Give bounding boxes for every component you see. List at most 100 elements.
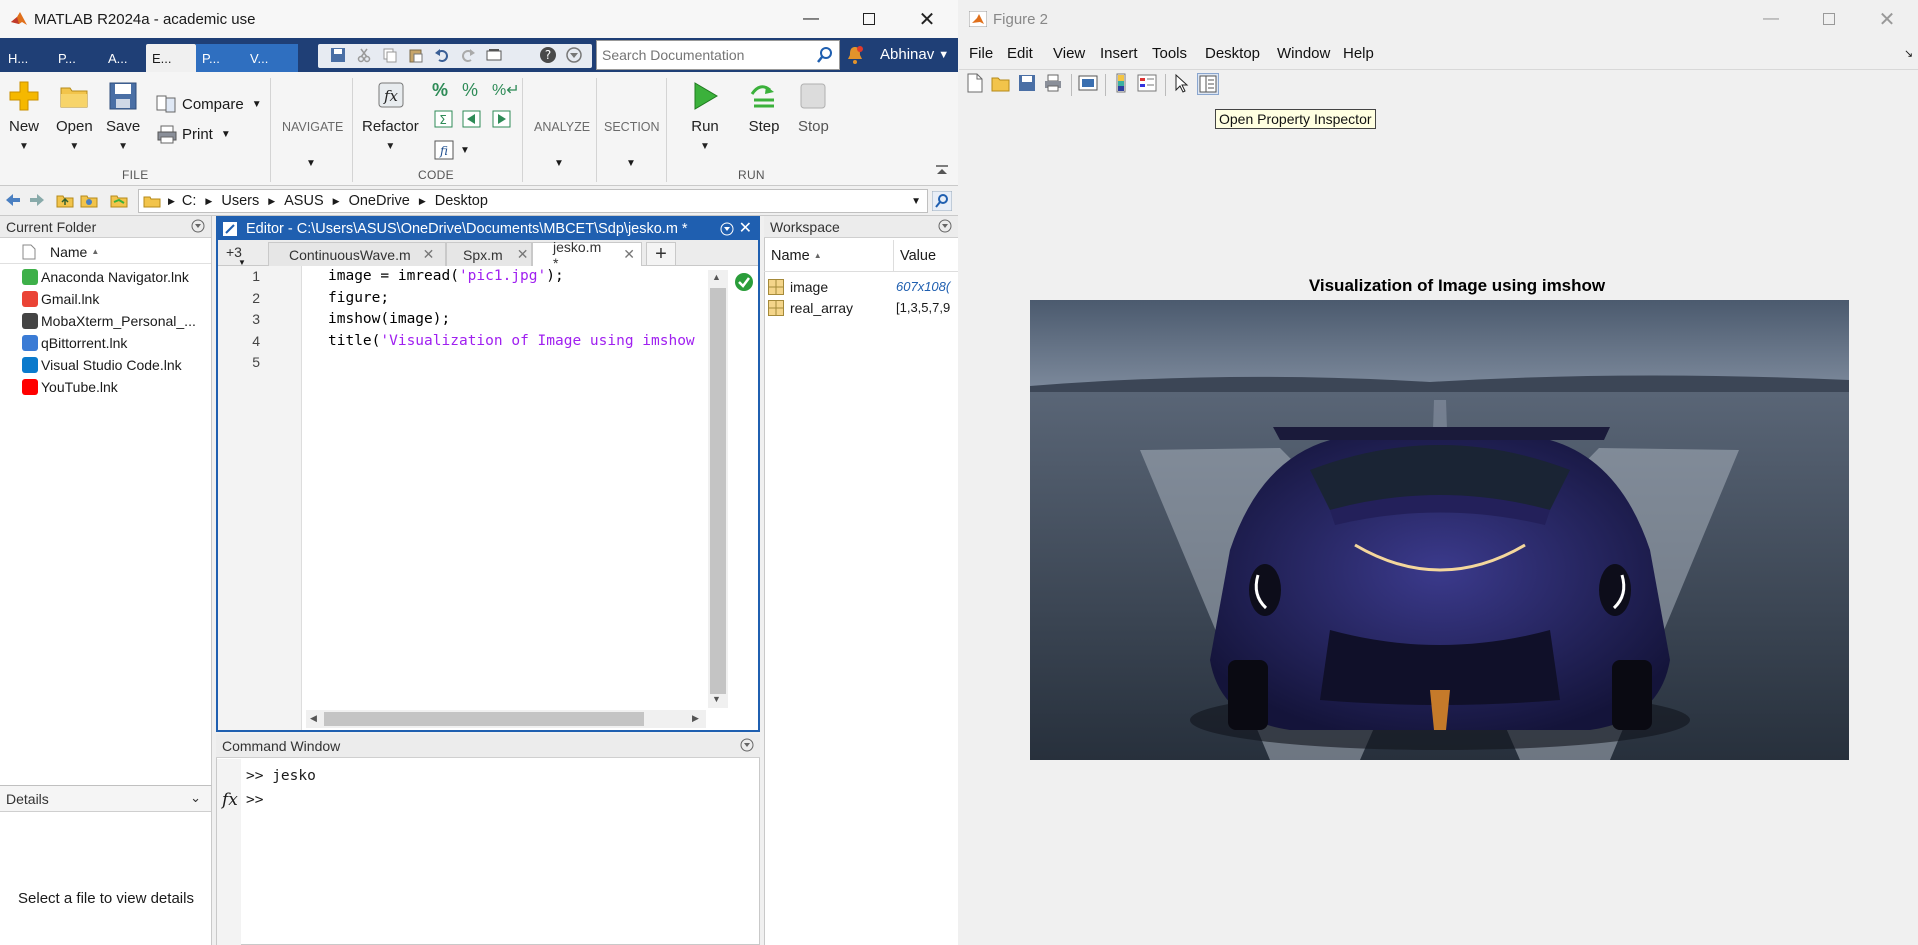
file-list-item[interactable]: Gmail.lnk: [22, 288, 99, 310]
qa-copy-icon[interactable]: [380, 45, 400, 65]
compare-button[interactable]: Compare ▼: [156, 94, 262, 114]
tab-plots[interactable]: P...: [52, 44, 82, 72]
code-line[interactable]: title('Visualization of Image using imsh…: [328, 333, 708, 349]
tab-apps[interactable]: A...: [102, 44, 134, 72]
editor-tab-jesko[interactable]: jesko.m * ✕: [532, 239, 642, 271]
save-button[interactable]: Save ▼: [106, 80, 140, 152]
path-segment-onedrive[interactable]: OneDrive: [349, 193, 410, 209]
maximize-button[interactable]: [846, 0, 892, 38]
editor-tab-continuouswave[interactable]: ContinuousWave.m ✕: [268, 242, 446, 266]
qa-help-icon[interactable]: ?: [538, 45, 558, 65]
new-tab-plus-icon[interactable]: +: [646, 242, 676, 266]
open-file-icon[interactable]: [991, 73, 1013, 95]
insert-legend-icon[interactable]: [1137, 73, 1159, 95]
section-button[interactable]: SECTION: [604, 120, 660, 134]
panel-menu-icon[interactable]: [740, 738, 754, 752]
menu-window[interactable]: Window: [1277, 45, 1330, 62]
open-button[interactable]: Open ▼: [56, 80, 93, 152]
editor-close-icon[interactable]: ✕: [739, 218, 752, 238]
menu-view[interactable]: View: [1053, 45, 1085, 62]
save-dropdown-icon[interactable]: ▼: [118, 141, 128, 152]
close-button[interactable]: ✕: [904, 0, 950, 38]
path-segment-drive[interactable]: C:: [182, 193, 197, 209]
menu-tools[interactable]: Tools: [1152, 45, 1187, 62]
up-folder-icon[interactable]: [56, 192, 74, 208]
refactor-dropdown-icon[interactable]: ▼: [385, 141, 395, 152]
menu-insert[interactable]: Insert: [1100, 45, 1138, 62]
user-account-menu[interactable]: Abhinav ▼: [880, 46, 949, 63]
new-dropdown-icon[interactable]: ▼: [19, 141, 29, 152]
panel-menu-icon[interactable]: [191, 219, 205, 233]
property-inspector-icon[interactable]: [1197, 73, 1219, 95]
path-segment-desktop[interactable]: Desktop: [435, 193, 488, 209]
back-arrow-icon[interactable]: [4, 192, 22, 208]
scroll-left-arrow-icon[interactable]: ◀: [310, 713, 317, 724]
comment-icon[interactable]: %: [432, 80, 448, 101]
path-segment-asus[interactable]: ASUS: [284, 193, 324, 209]
figure-close-button[interactable]: ✕: [1864, 0, 1910, 38]
uncomment-icon[interactable]: %: [462, 80, 478, 101]
qa-save-icon[interactable]: [328, 45, 348, 65]
path-segment-users[interactable]: Users: [221, 193, 259, 209]
fx-function-browser-icon[interactable]: fx: [222, 790, 238, 810]
panel-menu-icon[interactable]: [938, 219, 952, 233]
navigate-button[interactable]: NAVIGATE: [282, 120, 343, 134]
scroll-thumb[interactable]: [710, 288, 726, 694]
function-icon[interactable]: fi ▼: [434, 140, 470, 160]
tab-home[interactable]: H...: [2, 44, 34, 72]
code-analyzer-ok-icon[interactable]: [734, 272, 754, 292]
analyze-dropdown-icon[interactable]: ▼: [554, 158, 564, 169]
collapse-ribbon-icon[interactable]: [934, 164, 950, 176]
browse-folder-icon[interactable]: [80, 192, 98, 208]
run-dropdown-icon[interactable]: ▼: [700, 141, 710, 152]
wrap-comments-icon[interactable]: %↵: [492, 80, 520, 100]
details-collapse-icon[interactable]: ⌄: [190, 790, 201, 806]
code-line[interactable]: figure;: [328, 290, 708, 306]
section-dropdown-icon[interactable]: ▼: [626, 158, 636, 169]
code-line[interactable]: image = imread('pic1.jpg');: [328, 268, 708, 284]
compare-dropdown-icon[interactable]: ▼: [252, 99, 262, 110]
find-folder-icon[interactable]: [110, 192, 130, 208]
workspace-row[interactable]: real_array [1,3,5,7,9: [764, 297, 958, 318]
horizontal-scrollbar[interactable]: ◀ ▶: [306, 710, 706, 728]
refactor-button[interactable]: fx Refactor ▼: [362, 80, 419, 152]
tab-publish[interactable]: P...: [196, 44, 244, 72]
file-list-item[interactable]: qBittorrent.lnk: [22, 332, 127, 354]
navigate-dropdown-icon[interactable]: ▼: [306, 158, 316, 169]
file-list-item[interactable]: MobaXterm_Personal_...: [22, 310, 196, 332]
workspace-row[interactable]: image 607x108(: [764, 276, 958, 297]
print-figure-icon[interactable]: [1043, 73, 1065, 95]
vertical-scrollbar[interactable]: ▲ ▼: [708, 270, 728, 708]
search-icon[interactable]: [817, 47, 833, 63]
editor-tab-spx[interactable]: Spx.m ✕: [446, 242, 532, 266]
qa-redo-icon[interactable]: [458, 45, 478, 65]
qa-switch-windows-icon[interactable]: [484, 45, 504, 65]
file-list-item[interactable]: Visual Studio Code.lnk: [22, 354, 182, 376]
scroll-down-arrow-icon[interactable]: ▼: [712, 694, 721, 704]
code-line[interactable]: imshow(image);: [328, 311, 708, 327]
menu-desktop[interactable]: Desktop: [1205, 45, 1260, 62]
menu-file[interactable]: File: [969, 45, 993, 62]
figure-maximize-button[interactable]: [1806, 0, 1852, 38]
dock-figure-icon[interactable]: ↘: [1904, 47, 1913, 60]
new-figure-icon[interactable]: [965, 73, 987, 95]
run-button[interactable]: Run ▼: [690, 80, 720, 152]
search-documentation-box[interactable]: [596, 40, 840, 70]
file-list-item[interactable]: Anaconda Navigator.lnk: [22, 266, 189, 288]
tab-view[interactable]: V...: [244, 44, 298, 72]
minimize-button[interactable]: —: [788, 0, 834, 38]
print-button[interactable]: Print ▼: [156, 124, 231, 144]
search-input[interactable]: [602, 47, 810, 63]
editor-menu-icon[interactable]: [720, 222, 734, 236]
notifications-bell-icon[interactable]: [846, 45, 864, 65]
smart-indent-icon[interactable]: Σ: [434, 110, 454, 128]
decrease-indent-icon[interactable]: [462, 110, 482, 128]
path-field[interactable]: ▶ C: ▶ Users ▶ ASUS ▶ OneDrive ▶ Desktop…: [138, 189, 928, 213]
menu-edit[interactable]: Edit: [1007, 45, 1033, 62]
insert-colorbar-icon[interactable]: [1111, 73, 1133, 95]
scroll-right-arrow-icon[interactable]: ▶: [692, 713, 699, 724]
workspace-column-name[interactable]: Name ▲: [764, 240, 894, 272]
displayed-image[interactable]: [1030, 300, 1849, 760]
menu-help[interactable]: Help: [1343, 45, 1374, 62]
file-list-item[interactable]: YouTube.lnk: [22, 376, 118, 398]
